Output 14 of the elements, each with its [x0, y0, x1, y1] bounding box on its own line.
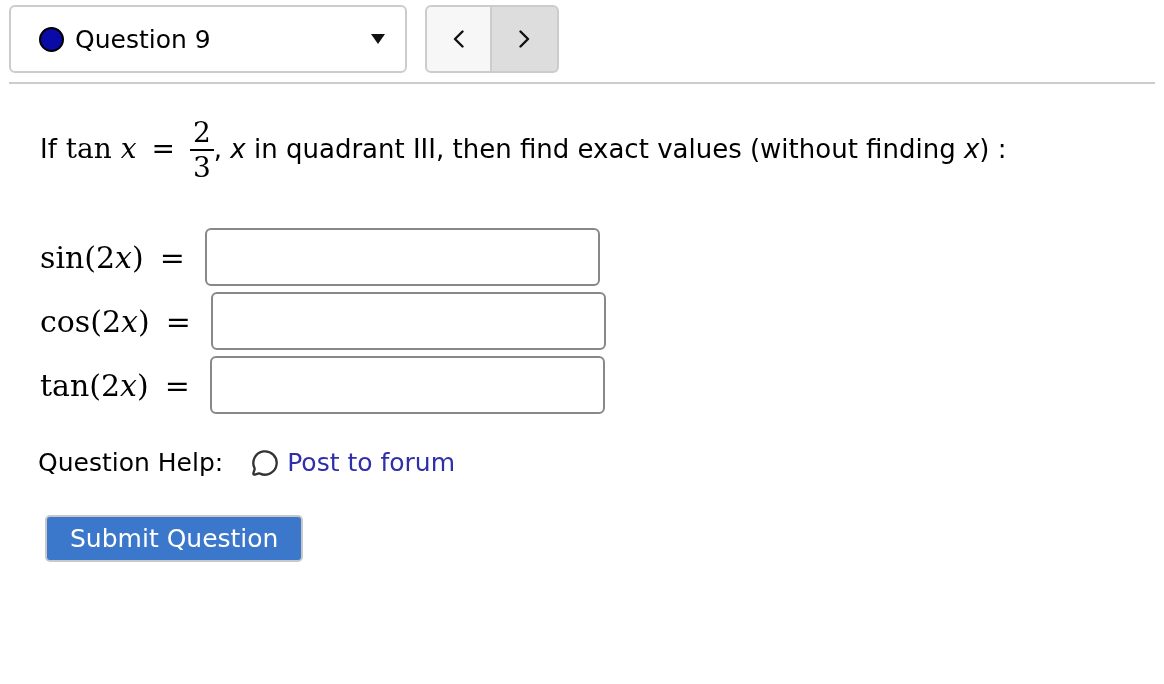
equation-label: cos(2x) =: [40, 302, 191, 341]
forum-link[interactable]: Post to forum: [287, 444, 456, 482]
equation-label: sin(2x) =: [40, 238, 185, 277]
chevron-right-icon: [519, 30, 530, 48]
speech-bubble-icon: [251, 448, 280, 477]
caret-down-icon: [371, 34, 385, 44]
equation-label: tan(2x) =: [40, 366, 190, 405]
chevron-left-icon: [453, 30, 464, 48]
answer-field[interactable]: [204, 228, 600, 286]
answer-field[interactable]: [209, 356, 605, 414]
question-select[interactable]: Question 9: [9, 5, 407, 73]
help-label: Question Help:: [38, 447, 224, 479]
answer-field[interactable]: [210, 292, 606, 350]
submit-button[interactable]: Submit Question: [45, 514, 304, 562]
